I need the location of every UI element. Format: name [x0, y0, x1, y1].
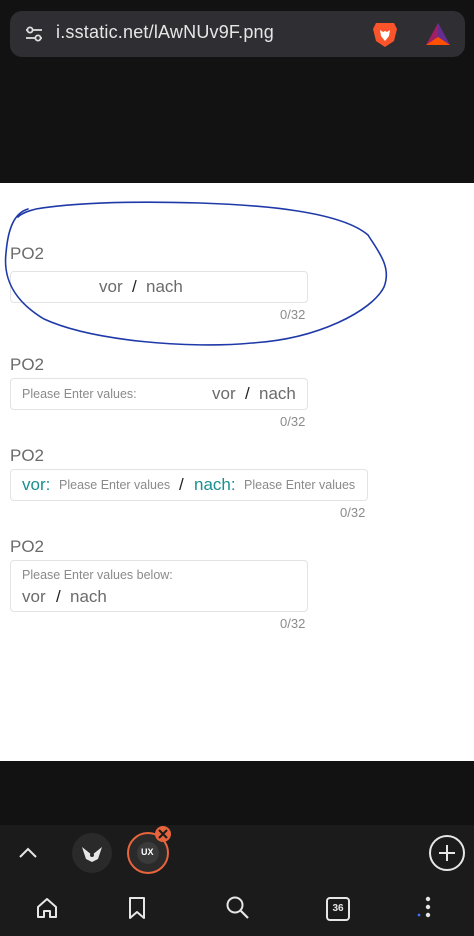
search-icon[interactable] — [225, 895, 251, 921]
more-vertical-icon[interactable] — [416, 895, 432, 921]
vor-placeholder: vor — [99, 277, 123, 296]
input-prompt: Please Enter values below: — [22, 568, 173, 582]
plus-icon[interactable] — [429, 835, 465, 871]
tune-icon[interactable] — [24, 24, 44, 44]
vor-placeholder: vor — [22, 587, 46, 606]
tabs-counter-button[interactable]: 36 — [326, 897, 350, 921]
separator: / — [179, 475, 184, 494]
chevron-up-icon[interactable] — [17, 843, 39, 863]
tab-count: 36 — [332, 903, 344, 914]
vor-placeholder: vor — [212, 384, 236, 403]
separator: / — [132, 277, 137, 296]
char-counter: 0/32 — [280, 414, 306, 429]
char-counter: 0/32 — [280, 307, 306, 322]
nach-placeholder: nach — [70, 587, 107, 606]
vor-placeholder: Please Enter values — [59, 478, 171, 492]
ux-icon: UX — [137, 842, 159, 864]
input-prompt: Please Enter values: — [22, 387, 137, 401]
nach-label: nach: — [194, 475, 236, 494]
tab-strip: UX — [0, 825, 474, 881]
po2-input-4[interactable]: Please Enter values below: vor / nach — [10, 560, 308, 612]
field-label: PO2 — [10, 446, 45, 465]
owl-icon — [82, 847, 102, 862]
nach-placeholder: nach — [259, 384, 296, 403]
field-label: PO2 — [10, 355, 45, 374]
bat-triangle-icon[interactable] — [424, 20, 452, 48]
separator: / — [245, 384, 250, 403]
vor-label: vor: — [22, 475, 51, 494]
url-text[interactable]: i.sstatic.net/lAwNUv9F.png — [56, 22, 274, 43]
char-counter: 0/32 — [280, 616, 306, 631]
field-label: PO2 — [10, 244, 45, 263]
image-content: PO2 vor / nach 0/32 PO2 Please Enter val… — [0, 183, 474, 761]
po2-input-3[interactable]: vor: Please Enter values / nach: Please … — [10, 469, 368, 501]
home-icon[interactable] — [35, 896, 59, 920]
po2-input-1[interactable]: vor / nach — [10, 271, 308, 303]
browser-toolbar: i.sstatic.net/lAwNUv9F.png — [0, 0, 474, 70]
page-margin — [0, 70, 474, 183]
bottom-nav: 36 — [0, 881, 474, 936]
char-counter: 0/32 — [340, 505, 366, 520]
tab-thumbnail[interactable] — [72, 833, 112, 873]
bookmark-icon[interactable] — [127, 896, 147, 920]
po2-input-2[interactable]: Please Enter values: vor / nach — [10, 378, 308, 410]
nach-placeholder: nach — [146, 277, 183, 296]
close-icon[interactable] — [155, 826, 171, 842]
separator: / — [56, 587, 61, 606]
brave-lion-icon[interactable] — [370, 19, 400, 49]
url-bar[interactable]: i.sstatic.net/lAwNUv9F.png — [10, 11, 465, 57]
browser-bottom-bar: UX 36 — [0, 761, 474, 936]
active-tab-thumbnail[interactable]: UX — [127, 826, 171, 874]
field-label: PO2 — [10, 537, 45, 556]
nach-placeholder: Please Enter values — [244, 478, 356, 492]
